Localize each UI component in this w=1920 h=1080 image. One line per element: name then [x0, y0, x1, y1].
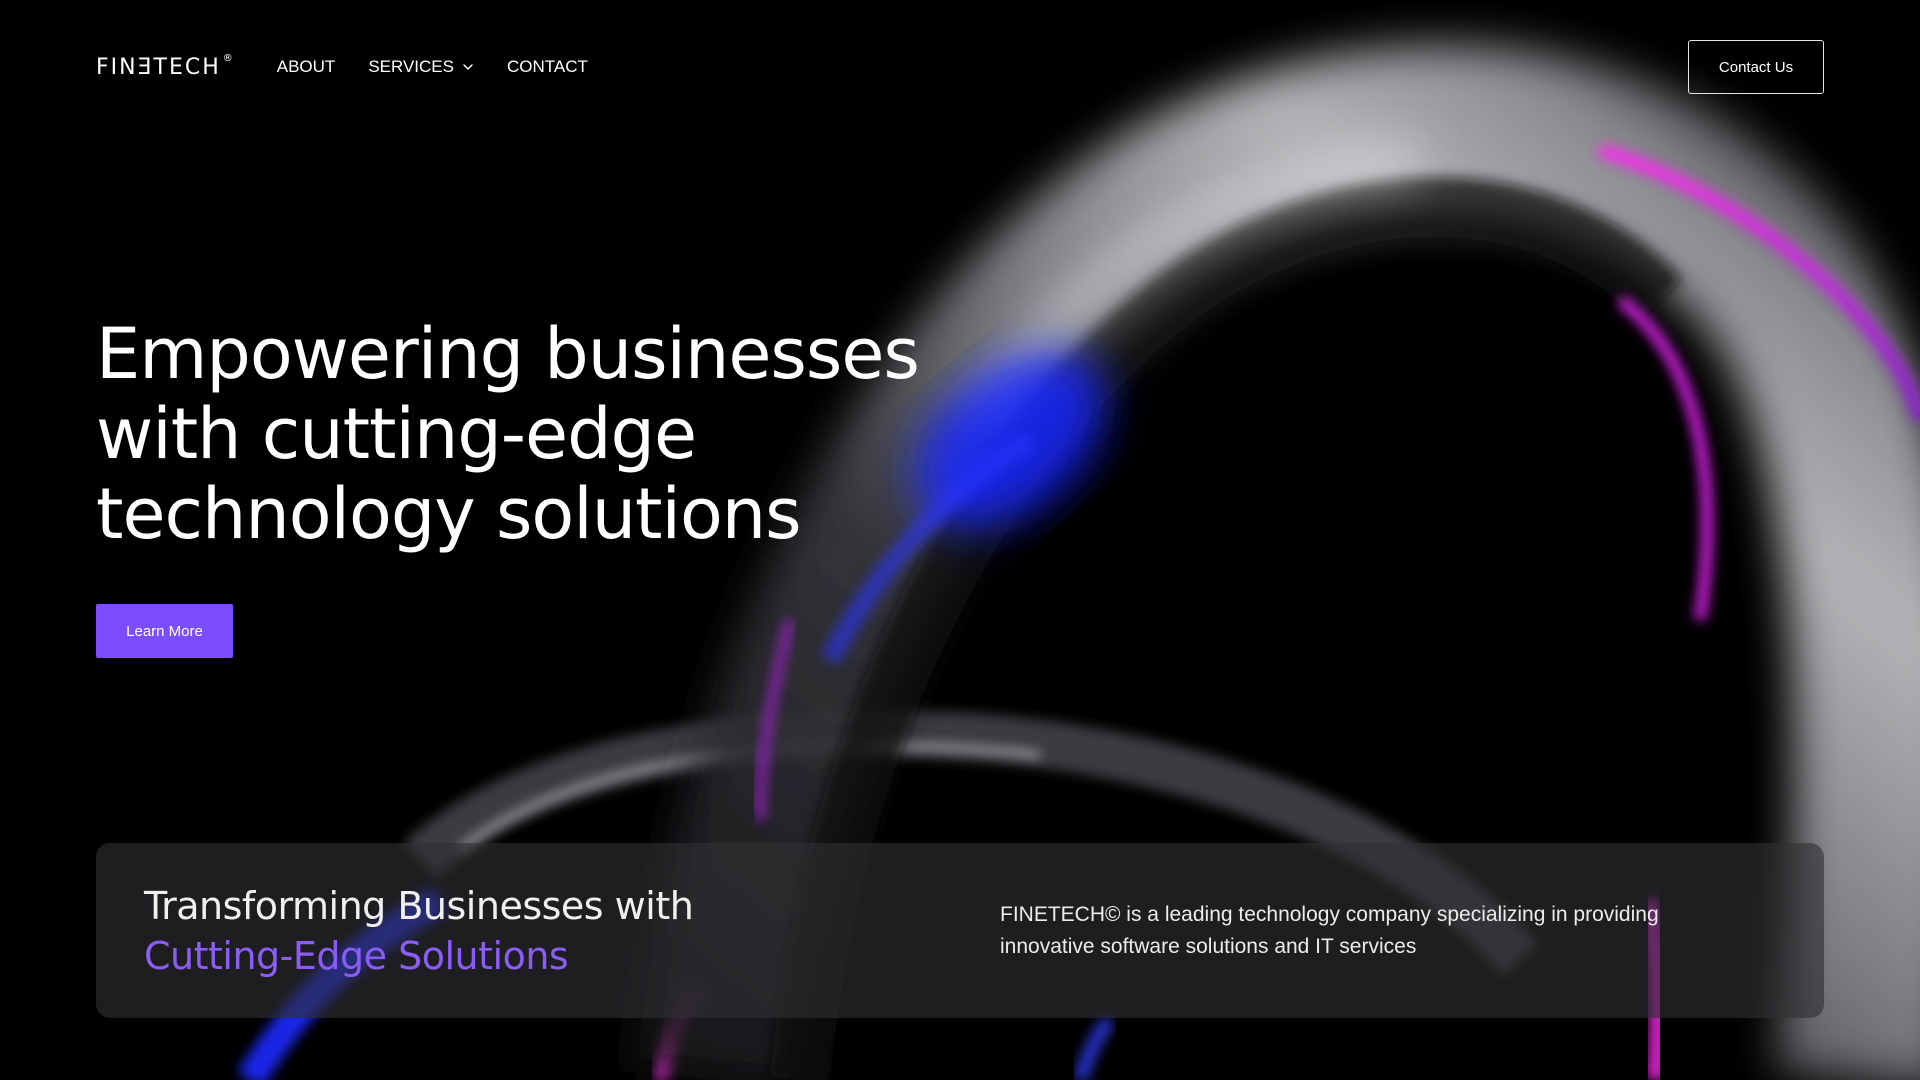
info-card: Transforming Businesses with Cutting-Edg… [96, 843, 1824, 1018]
landing-page: FINƎTECH ® ABOUT SERVICES CONTACT Contac… [0, 0, 1920, 1080]
nav-about-link[interactable]: ABOUT [277, 57, 336, 77]
hero-title-line-1: Empowering businesses [96, 313, 920, 395]
chevron-down-icon [463, 64, 473, 70]
learn-more-button[interactable]: Learn More [96, 604, 233, 658]
logo-registered-mark: ® [222, 52, 235, 64]
nav-services-label: SERVICES [368, 57, 454, 76]
main-nav: ABOUT SERVICES CONTACT [277, 57, 588, 77]
nav-about-label: ABOUT [276, 57, 336, 76]
site-header: FINƎTECH ® ABOUT SERVICES CONTACT Contac… [96, 40, 1824, 94]
nav-contact-label: CONTACT [506, 57, 588, 76]
logo-text: FINƎTECH [96, 54, 221, 80]
nav-services-dropdown[interactable]: SERVICES [368, 57, 474, 77]
card-heading-line-1: Transforming Businesses with [144, 883, 694, 928]
finetech-logo[interactable]: FINƎTECH ® [96, 52, 235, 80]
card-heading: Transforming Businesses with Cutting-Edg… [144, 881, 944, 981]
card-description: FINETECH© is a leading technology compan… [1000, 903, 1659, 958]
card-heading-line-2: Cutting-Edge Solutions [144, 933, 569, 978]
nav-contact-link[interactable]: CONTACT [507, 57, 588, 77]
contact-us-button[interactable]: Contact Us [1688, 40, 1824, 94]
hero-title: Empowering businesses with cutting-edge … [96, 313, 920, 555]
hero-title-line-2: with cutting-edge [96, 393, 697, 475]
hero-title-line-3: technology solutions [96, 473, 802, 555]
hero-section: Empowering businesses with cutting-edge … [96, 313, 920, 658]
